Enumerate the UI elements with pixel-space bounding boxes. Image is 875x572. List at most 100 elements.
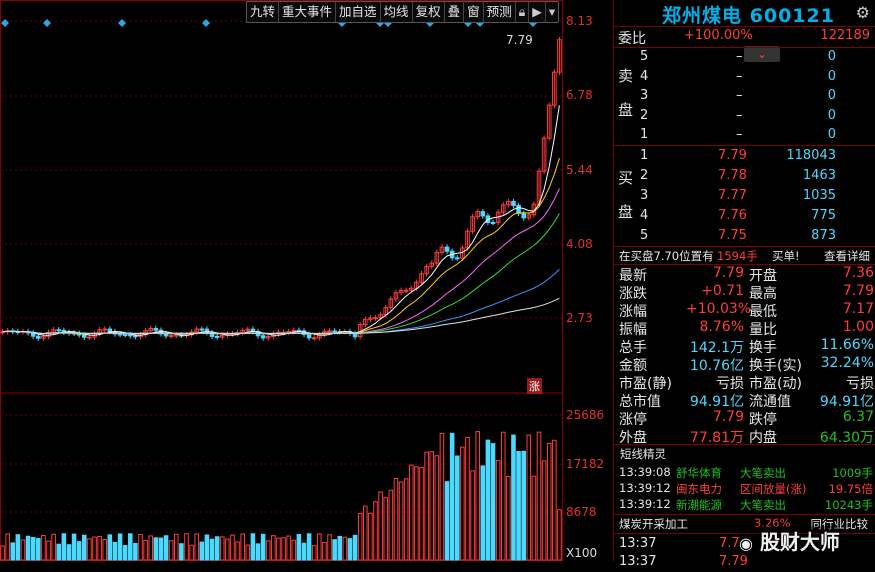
toolbar-adjust-button[interactable]: 复权 xyxy=(413,2,445,22)
volume-bar xyxy=(10,542,16,561)
volume-bar xyxy=(127,533,133,561)
weibi-diff: 122189 xyxy=(820,28,870,43)
volume-bar xyxy=(444,481,450,561)
stock-title: 郑州煤电 600121 xyxy=(662,1,835,28)
volume-bar xyxy=(153,537,159,561)
volume-bar xyxy=(495,460,501,561)
volume-bar xyxy=(301,542,307,561)
volume-bar xyxy=(500,431,506,561)
candle-body xyxy=(444,246,450,252)
volume-bar xyxy=(5,533,10,561)
level-volume: 1463 xyxy=(802,168,836,183)
toolbar-forecast-button[interactable]: 预测 xyxy=(484,2,516,22)
volume-bar xyxy=(260,533,266,561)
toolbar-add-watchlist-button[interactable]: 加自选 xyxy=(336,2,381,22)
event-stock[interactable]: 闽东电力 xyxy=(676,481,722,497)
chart-frame xyxy=(0,0,563,561)
sell-level-row: 1 – 0 xyxy=(614,127,875,145)
volume-bar xyxy=(46,540,51,561)
volume-bar xyxy=(61,533,67,561)
volume-bar xyxy=(368,512,373,561)
level-number: 3 xyxy=(640,88,649,103)
kline-chart-svg[interactable] xyxy=(0,0,612,561)
stat-label: 总市值 xyxy=(619,394,661,410)
candle-body xyxy=(373,317,378,320)
level-volume: 0 xyxy=(827,107,836,123)
ma-line xyxy=(2,105,560,336)
event-stock[interactable]: 新潮能源 xyxy=(676,497,722,513)
volume-bar xyxy=(465,436,470,561)
volume-bar xyxy=(276,537,281,561)
candle-body xyxy=(204,328,210,334)
quote-stat-row: 振幅 8.76% 量比 1.00 xyxy=(614,319,875,338)
stat-value: 1.00 xyxy=(842,319,874,335)
volume-bar xyxy=(20,539,26,561)
volume-bar xyxy=(541,460,547,561)
level-price: – xyxy=(736,107,743,123)
level-price: – xyxy=(736,68,743,84)
volume-bar xyxy=(36,537,41,561)
toolbar-ma-button[interactable]: 均线 xyxy=(381,2,413,22)
volume-bar xyxy=(388,489,394,561)
candle-body xyxy=(260,335,266,339)
kline-chart-area[interactable]: 九转 重大事件 加自选 均线 复权 叠 窗 预测 🔒︎ ▶︎ ▾ 8.13 6.… xyxy=(0,0,612,561)
quote-stat-row: 涨跌 +0.71 最高 7.79 xyxy=(614,283,875,302)
volume-bar xyxy=(526,434,532,561)
volume-bar xyxy=(189,544,194,561)
volume-bar xyxy=(163,535,169,561)
view-detail-link[interactable]: 查看详细 xyxy=(824,248,870,264)
volume-bar xyxy=(378,491,383,561)
toolbar-major-events-button[interactable]: 重大事件 xyxy=(279,2,337,22)
volume-bar xyxy=(352,534,358,561)
toolbar-window-button[interactable]: 窗 xyxy=(464,2,484,22)
buy-level-row: 4 7.76 775 xyxy=(614,208,875,226)
stat-value: 8.76% xyxy=(699,319,744,335)
volume-bar xyxy=(240,533,245,561)
stat-value: 7.79 xyxy=(712,409,744,425)
volume-bar xyxy=(225,538,230,561)
volume-bar xyxy=(250,533,256,561)
level-price: – xyxy=(736,49,743,64)
arrow-icon[interactable]: ▶︎ xyxy=(529,2,546,22)
shortline-title: 短线精灵 xyxy=(620,447,666,461)
shortline-row[interactable]: 13:39:12 新潮能源 大笔卖出 10243手 xyxy=(614,497,875,515)
candle-body xyxy=(403,289,409,292)
stat-value: 6.37 xyxy=(842,409,874,425)
candle-body xyxy=(107,328,113,333)
candle-body xyxy=(173,334,179,337)
volume-bar xyxy=(112,541,118,561)
volume-bar xyxy=(56,543,62,561)
volume-axis-label: 25686 xyxy=(566,408,605,422)
notice-volume: 1594手 xyxy=(717,249,758,263)
candle-body xyxy=(82,334,87,338)
stat-label: 涨停 xyxy=(619,412,647,428)
sell-level-row: 3 – 0 xyxy=(614,88,875,106)
volume-unit-label: X100 xyxy=(566,546,598,560)
price-axis-label: 4.08 xyxy=(566,237,593,251)
event-stock[interactable]: 舒华体育 xyxy=(676,465,722,481)
stat-label: 最高 xyxy=(749,286,777,302)
candle-body xyxy=(133,335,138,338)
volume-bar xyxy=(25,535,31,561)
volume-bar xyxy=(454,455,460,561)
gear-icon[interactable]: ⚙ xyxy=(856,3,870,22)
level-price: – xyxy=(736,127,743,142)
level-volume: 0 xyxy=(827,127,836,142)
volume-bar xyxy=(138,533,143,561)
candle-body xyxy=(153,327,159,331)
toolbar-jiuzhuan-button[interactable]: 九转 xyxy=(247,2,280,22)
stat-value: 142.1万 xyxy=(689,340,744,356)
volume-bar xyxy=(470,470,475,561)
level-volume: 775 xyxy=(811,208,836,223)
level-volume: 873 xyxy=(811,228,836,243)
level-price: 7.78 xyxy=(718,168,747,183)
stock-code: 600121 xyxy=(749,5,835,27)
level-number: 1 xyxy=(640,127,649,142)
volume-bar xyxy=(424,451,429,561)
tick-time: 13:37 xyxy=(619,536,657,551)
lock-icon[interactable]: 🔒︎ xyxy=(516,2,530,22)
volume-bar xyxy=(429,451,435,561)
chevron-down-icon[interactable]: ▾ xyxy=(546,2,558,22)
toolbar-overlay-button[interactable]: 叠 xyxy=(445,2,465,22)
event-marker-icon xyxy=(202,19,210,27)
